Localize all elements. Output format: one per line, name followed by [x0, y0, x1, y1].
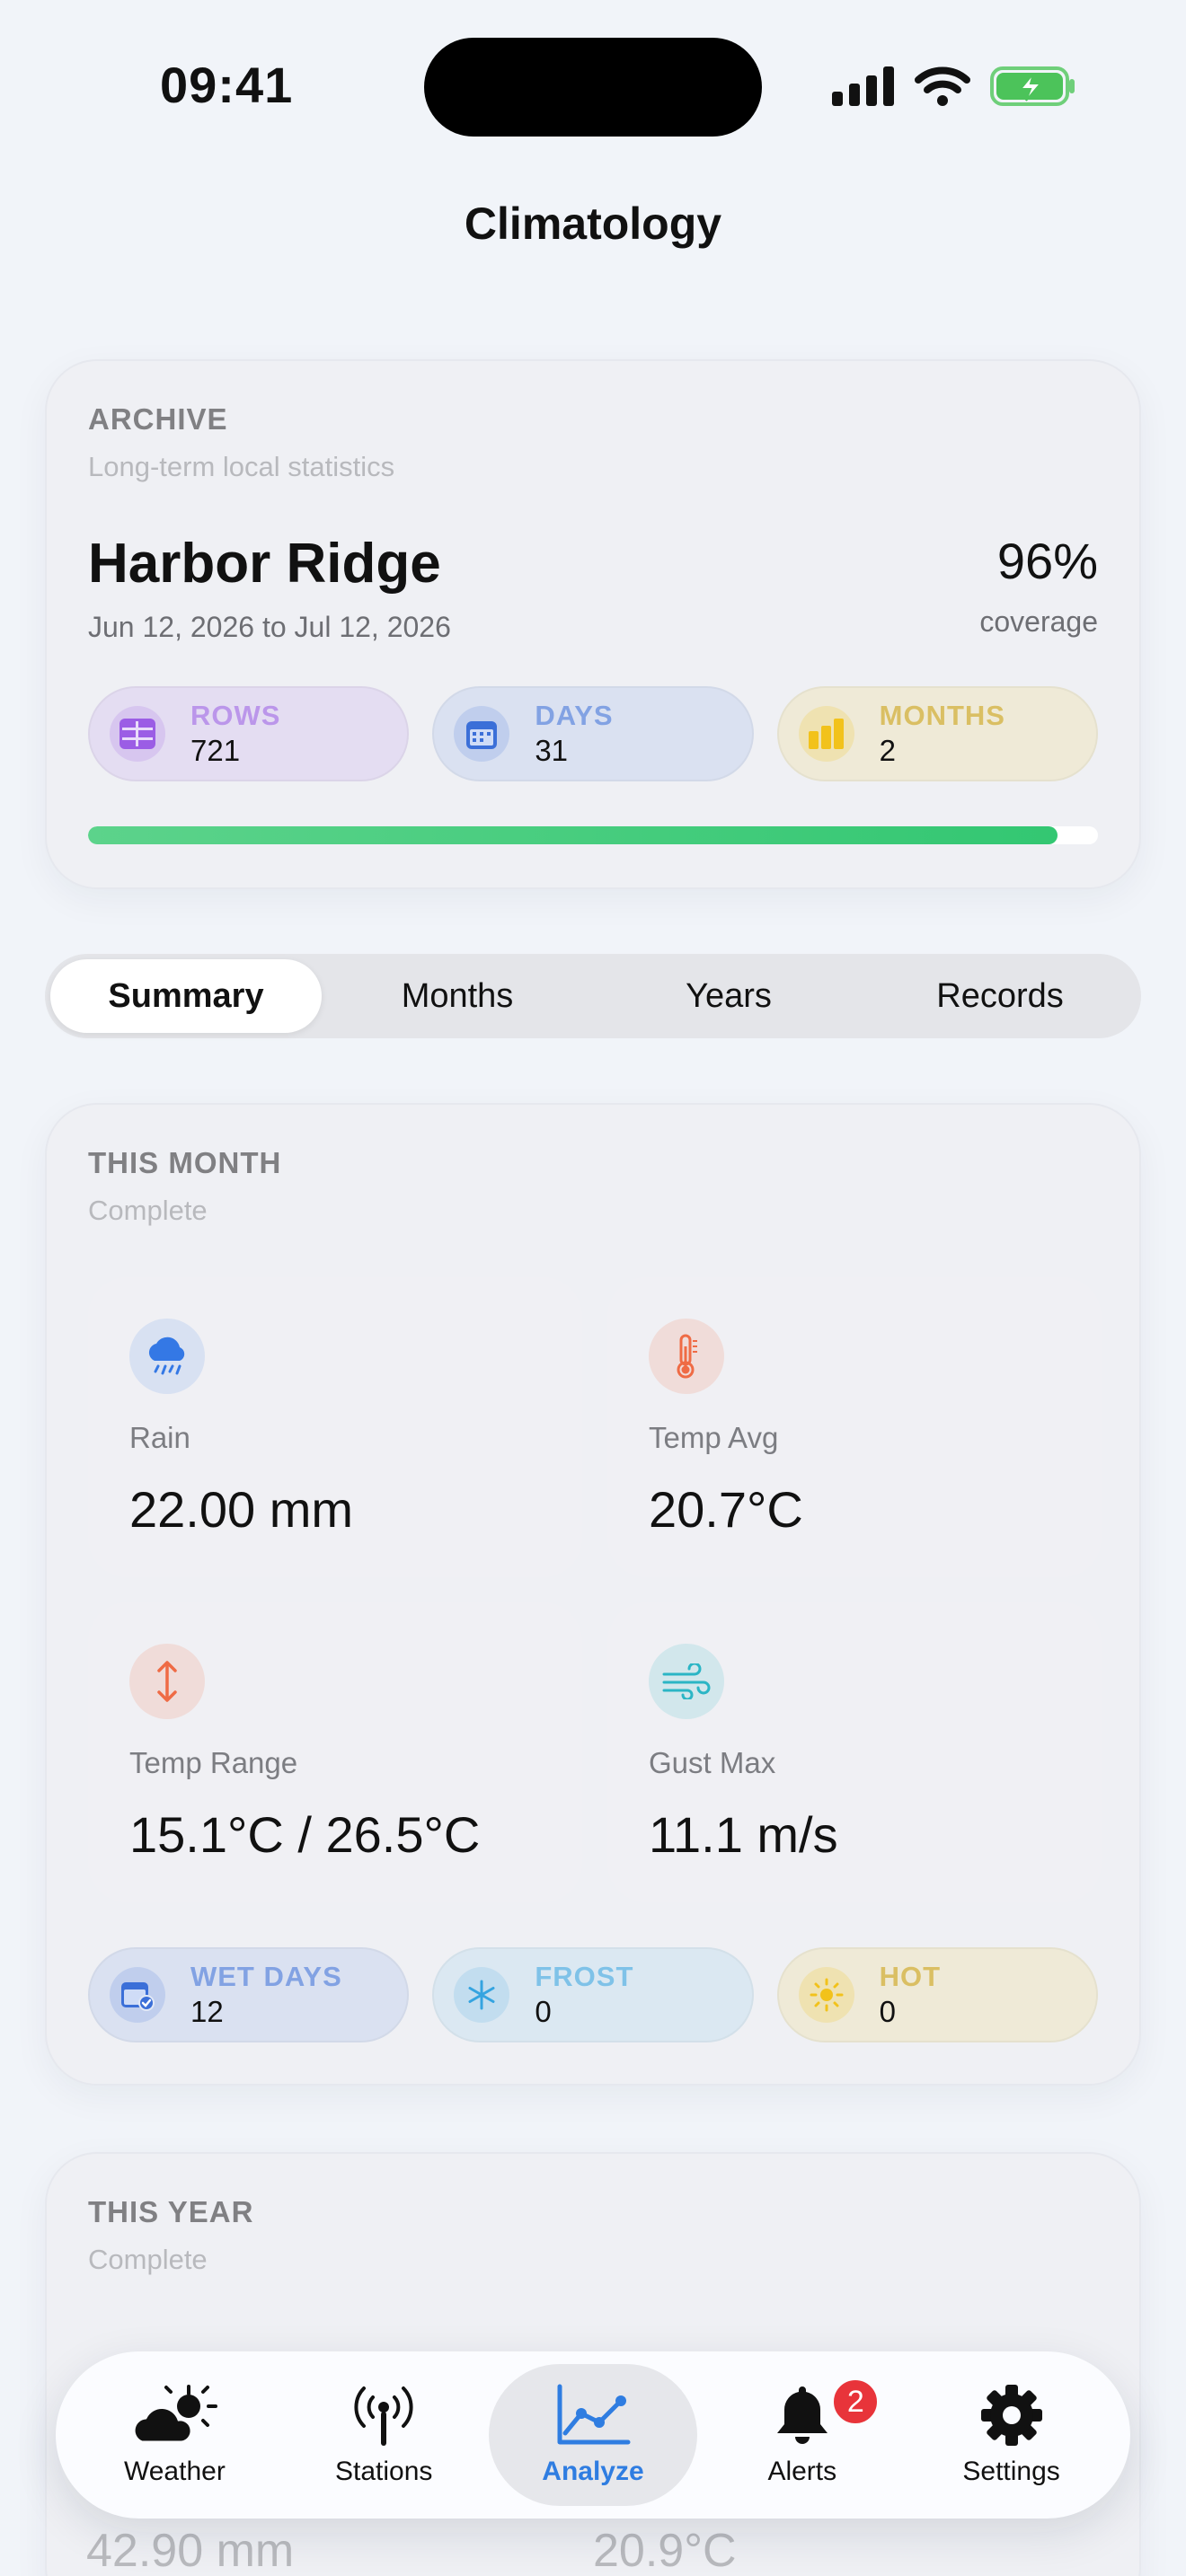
- chip-label: HOT: [879, 1961, 942, 1992]
- calendar-check-icon: [110, 1967, 165, 2023]
- archive-eyebrow: ARCHIVE: [88, 402, 228, 436]
- months-chip: MONTHS 2: [776, 686, 1098, 781]
- up-down-arrows-icon: [129, 1644, 205, 1719]
- tile-label: Gust Max: [649, 1746, 776, 1779]
- snowflake-icon: [454, 1967, 510, 2023]
- year-values: 42.90 mm 20.9°C: [86, 2524, 1100, 2576]
- archive-subtitle: Long-term local statistics: [88, 451, 395, 482]
- chip-value: 2: [879, 734, 897, 767]
- tile-value: 11.1 m/s: [649, 1806, 838, 1863]
- this-month-card: THIS MONTH Complete Rain 22.00 mm Temp A…: [45, 1103, 1141, 2086]
- year-status: Complete: [88, 2244, 208, 2275]
- status-bar: 09:41: [0, 0, 1186, 171]
- chip-label: DAYS: [535, 700, 614, 731]
- year-temp-value: 20.9°C: [593, 2525, 737, 2576]
- bar-chart-icon: [798, 706, 854, 762]
- temp-range-tile[interactable]: Temp Range 15.1°C / 26.5°C: [88, 1602, 582, 1902]
- chip-value: 12: [190, 1995, 224, 2028]
- chip-value: 0: [879, 1995, 897, 2028]
- tile-label: Temp Range: [129, 1746, 298, 1779]
- tab-label: Analyze: [542, 2457, 644, 2486]
- tile-label: Rain: [129, 1421, 190, 1454]
- thermometer-icon: [649, 1319, 724, 1394]
- year-eyebrow: THIS YEAR: [88, 2195, 254, 2228]
- gust-max-tile[interactable]: Gust Max 11.1 m/s: [607, 1602, 1102, 1902]
- page-title: Climatology: [464, 198, 722, 249]
- wet-days-chip: WET DAYS 12: [88, 1947, 410, 2042]
- chip-value: 31: [535, 734, 569, 767]
- hot-chip: HOT 0: [776, 1947, 1098, 2042]
- tab-label: Weather: [123, 2457, 226, 2486]
- tab-label: Alerts: [767, 2457, 837, 2486]
- coverage-progress-bar: [88, 826, 1098, 844]
- chip-label: ROWS: [190, 700, 281, 731]
- battery-charging-icon: [990, 66, 1075, 106]
- cellular-signal-icon: [832, 66, 894, 106]
- tab-analyze[interactable]: Analyze: [488, 2364, 698, 2506]
- tab-settings[interactable]: Settings: [907, 2364, 1116, 2506]
- table-icon: [110, 706, 165, 762]
- segmented-control: Summary Months Years Records: [45, 954, 1141, 1038]
- chip-value: 721: [190, 734, 241, 767]
- segment-records[interactable]: Records: [864, 959, 1136, 1033]
- segment-years[interactable]: Years: [593, 959, 864, 1033]
- coverage-progress-fill: [88, 826, 1058, 844]
- month-eyebrow: THIS MONTH: [88, 1146, 282, 1179]
- tab-bar: Weather Stations Analyze 2 Alerts Settin…: [56, 2351, 1130, 2519]
- antenna-icon: [354, 2386, 413, 2446]
- chip-label: MONTHS: [879, 700, 1005, 731]
- month-status: Complete: [88, 1195, 208, 1226]
- tile-value: 15.1°C / 26.5°C: [129, 1806, 481, 1863]
- tab-weather[interactable]: Weather: [70, 2364, 279, 2506]
- tab-label: Stations: [334, 2457, 433, 2486]
- stat-tiles: Rain 22.00 mm Temp Avg 20.7°C Temp Range…: [88, 1277, 1102, 1902]
- temp-avg-tile[interactable]: Temp Avg 20.7°C: [607, 1277, 1102, 1577]
- segment-summary[interactable]: Summary: [50, 959, 322, 1033]
- coverage-value: 96%: [996, 533, 1098, 589]
- date-range: Jun 12, 2026 to Jul 12, 2026: [88, 611, 451, 643]
- rows-chip: ROWS 721: [88, 686, 410, 781]
- tile-value: 22.00 mm: [129, 1481, 353, 1538]
- archive-chip-row: ROWS 721 DAYS 31 MONTHS 2: [88, 686, 1098, 781]
- frost-chip: FROST 0: [432, 1947, 754, 2042]
- year-rain-value: 42.90 mm: [86, 2525, 295, 2576]
- month-chip-row: WET DAYS 12 FROST 0 HOT 0: [88, 1947, 1098, 2042]
- gear-icon: [980, 2385, 1042, 2446]
- tab-alerts[interactable]: 2 Alerts: [697, 2364, 907, 2506]
- sun-icon: [798, 1967, 854, 2023]
- tile-label: Temp Avg: [649, 1421, 779, 1454]
- chip-label: WET DAYS: [190, 1961, 342, 1992]
- archive-card: ARCHIVE Long-term local statistics Harbo…: [45, 359, 1141, 889]
- days-chip: DAYS 31: [432, 686, 754, 781]
- cloud-sun-icon: [132, 2385, 218, 2444]
- calendar-icon: [454, 706, 510, 762]
- station-name: Harbor Ridge: [88, 533, 441, 595]
- cloud-rain-icon: [129, 1319, 205, 1394]
- rain-tile[interactable]: Rain 22.00 mm: [88, 1277, 582, 1577]
- tile-value: 20.7°C: [649, 1481, 803, 1538]
- alerts-badge: 2: [830, 2377, 881, 2427]
- bell-icon: [776, 2386, 828, 2444]
- dynamic-island: [424, 38, 762, 137]
- system-icons: [832, 65, 1076, 108]
- wifi-icon: [915, 66, 970, 106]
- wind-icon: [649, 1644, 724, 1719]
- chip-label: FROST: [535, 1961, 634, 1992]
- segment-months[interactable]: Months: [322, 959, 593, 1033]
- coverage-label: coverage: [979, 605, 1098, 638]
- status-time: 09:41: [160, 57, 294, 113]
- tab-stations[interactable]: Stations: [279, 2364, 489, 2506]
- line-chart-icon: [557, 2384, 631, 2445]
- tab-label: Settings: [962, 2457, 1060, 2486]
- chip-value: 0: [535, 1995, 552, 2028]
